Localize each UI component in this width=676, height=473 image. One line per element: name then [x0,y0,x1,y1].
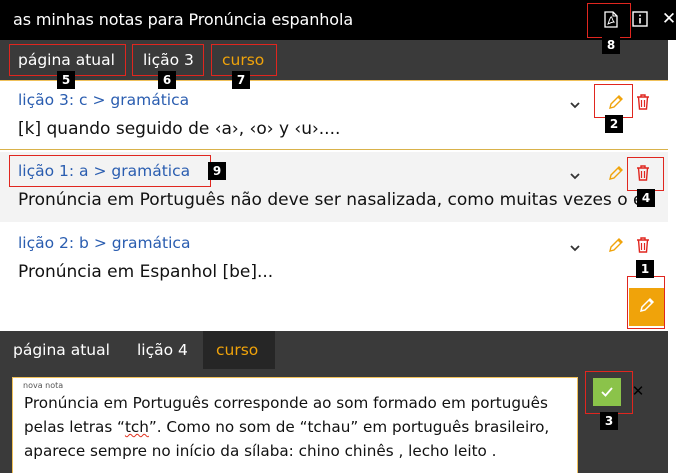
trash-icon[interactable] [636,93,650,111]
note-title-link[interactable]: lição 2: b > gramática [18,234,190,252]
tab-current-page[interactable]: página atual [0,331,123,369]
editor-text[interactable]: Pronúncia em Português corresponde ao so… [24,391,569,463]
marker-3: 3 [600,412,618,430]
tab-lesson[interactable]: lição 4 [124,331,201,369]
trash-icon[interactable] [636,164,650,182]
chevron-down-icon[interactable] [569,166,581,180]
note-textarea[interactable]: nova nota Pronúncia em Português corresp… [12,377,578,473]
window-title: as minhas notas para Pronúncia espanhola [13,10,354,29]
marker-1: 1 [636,260,654,278]
edit-pencil-icon[interactable] [607,236,625,254]
note-body: Pronúncia em Português não deve ser nasa… [18,190,649,210]
note-body: Pronúncia em Espanhol [be]... [18,262,274,282]
marker-9: 9 [208,162,226,180]
cancel-button[interactable]: ✕ [631,382,645,400]
info-icon[interactable] [631,10,649,28]
chevron-down-icon[interactable] [569,238,581,252]
note-item[interactable]: lição 1: a > gramática Pronúncia em Port… [0,152,668,222]
pencil-icon [638,296,656,318]
close-icon[interactable]: ✕ [660,10,676,28]
marker-2: 2 [605,115,623,133]
note-title-link[interactable]: lição 1: a > gramática [18,162,190,180]
add-note-button[interactable] [629,288,665,326]
edit-pencil-icon[interactable] [607,93,625,111]
marker-8: 8 [602,36,620,54]
confirm-button[interactable] [593,378,621,406]
misspelled-word: tch [124,418,149,436]
edit-pencil-icon[interactable] [607,164,625,182]
marker-4: 4 [637,189,655,207]
marker-6: 6 [158,71,176,89]
note-title-link[interactable]: lição 3: c > gramática [18,91,189,109]
note-item[interactable]: lição 2: b > gramática Pronúncia em Espa… [0,224,668,292]
note-editor: nova nota Pronúncia em Português corresp… [0,369,668,473]
marker-5: 5 [57,71,75,89]
note-body: [k] quando seguido de ‹a›, ‹o› y ‹u›.... [18,119,341,139]
marker-7: 7 [232,71,250,89]
bottom-tab-bar: página atual lição 4 curso [0,331,668,369]
chevron-down-icon[interactable] [569,95,581,109]
title-bar: as minhas notas para Pronúncia espanhola… [0,0,676,40]
pdf-icon[interactable] [602,10,620,28]
editor-label: nova nota [23,381,64,390]
top-tab-bar: página atual lição 3 curso [0,40,668,80]
trash-icon[interactable] [636,236,650,254]
check-icon [600,383,614,402]
note-item[interactable]: lição 3: c > gramática [k] quando seguid… [0,80,668,150]
tab-course[interactable]: curso [203,331,275,369]
